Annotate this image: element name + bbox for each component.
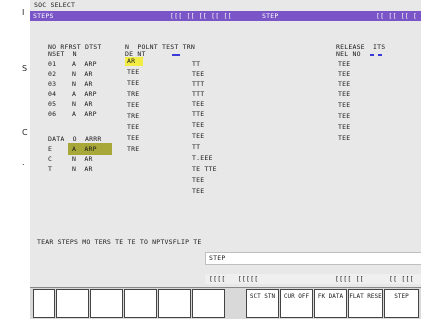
mid-col2-cell: TT bbox=[192, 143, 201, 151]
status-mode: STEP bbox=[262, 11, 279, 20]
status-right: [[ [[ [[ [ bbox=[376, 11, 418, 20]
softkey-flat-rese[interactable]: FLAT RESE bbox=[348, 289, 383, 318]
mid-col2-cell: TTT bbox=[192, 80, 205, 88]
message-line: TEAR STEPS MO TERS TE TE TO NPTVSFLIP TE bbox=[37, 238, 202, 246]
mid-col1-cell: TEE bbox=[127, 101, 140, 109]
group-row-val: N AR bbox=[72, 165, 93, 173]
cursor-marker bbox=[378, 54, 382, 56]
group-row-no: T bbox=[48, 165, 53, 173]
cursor-marker bbox=[172, 54, 180, 56]
group-row-no: E bbox=[48, 145, 53, 153]
left-row-val: N AR bbox=[72, 100, 93, 108]
mid-col2-cell: TEE bbox=[192, 132, 205, 140]
mid-col2-cell: TEE bbox=[192, 121, 205, 129]
right-cell: TEE bbox=[338, 70, 351, 78]
left-row-val: A ARP bbox=[72, 90, 97, 98]
softkey[interactable] bbox=[158, 289, 191, 318]
mid-col2-cell: TT bbox=[192, 60, 201, 68]
group-row-val: N AR bbox=[72, 155, 93, 163]
program-title: STEPS bbox=[33, 11, 54, 20]
window-title: SOC SELECT bbox=[34, 1, 76, 9]
left-row-val: N AR bbox=[72, 70, 93, 78]
right-cell: TEE bbox=[338, 112, 351, 120]
left-row-no: 03 bbox=[48, 80, 57, 88]
input-prompt: STEP bbox=[209, 254, 226, 262]
group-row-val: A ARP bbox=[72, 145, 97, 153]
nc-screen: SOC SELECT STEPS [[[ [[ [[ [[ [[ STEP [[… bbox=[30, 0, 421, 319]
tab-mid[interactable]: [[[[ [[ bbox=[335, 276, 364, 283]
softkey[interactable] bbox=[90, 289, 123, 318]
status-bar: STEPS [[[ [[ [[ [[ [[ STEP [[ [[ [[ [ bbox=[30, 11, 421, 21]
mid-col2-cell: TTT bbox=[192, 90, 205, 98]
status-center: [[[ [[ [[ [[ [[ bbox=[170, 11, 232, 20]
mid-col2-cell: TE TTE bbox=[192, 165, 217, 173]
mid-col1-cell: TRE bbox=[127, 145, 140, 153]
left-subheader: NSET N bbox=[48, 50, 77, 58]
softkey-return[interactable] bbox=[33, 289, 55, 318]
margin-mark: I bbox=[22, 8, 25, 17]
right-cell: TEE bbox=[338, 101, 351, 109]
left-row-val: A ARP bbox=[72, 110, 97, 118]
softkey-sct-stn[interactable]: SCT STN bbox=[246, 289, 279, 318]
right-subheader: NEL NO bbox=[336, 50, 361, 58]
right-cell: TEE bbox=[338, 134, 351, 142]
group-row-no: C bbox=[48, 155, 53, 163]
mid-col2-cell: T.EEE bbox=[192, 154, 213, 162]
softkey[interactable] bbox=[56, 289, 89, 318]
softkey[interactable] bbox=[124, 289, 157, 318]
softkey[interactable] bbox=[192, 289, 225, 318]
mid-col2-cell: TEE bbox=[192, 70, 205, 78]
status-tabs: [[[[ [[[[[ [[[[ [[ [[ [[[ bbox=[205, 274, 421, 284]
mid-col1-cell: AR bbox=[127, 57, 136, 65]
softkey-fk-data[interactable]: FK DATA bbox=[314, 289, 347, 318]
mid-col1-cell: TRE bbox=[127, 112, 140, 120]
group-header: DATA O ARRR bbox=[48, 135, 102, 143]
tab-left[interactable]: [[[[ [[[[[ bbox=[209, 276, 258, 283]
cursor-marker bbox=[370, 54, 374, 56]
key-input-field[interactable]: STEP bbox=[205, 252, 421, 265]
softkey-bar: SCT STN CUR OFF FK DATA FLAT RESE STEP bbox=[30, 287, 421, 319]
mid-col2-cell: TEE bbox=[192, 187, 205, 195]
left-row-no: 01 bbox=[48, 60, 57, 68]
mid-col2-cell: TEE bbox=[192, 176, 205, 184]
mid-col1-cell: TRE bbox=[127, 90, 140, 98]
softkey-cur-off[interactable]: CUR OFF bbox=[280, 289, 313, 318]
mid-col1-cell: TEE bbox=[127, 134, 140, 142]
margin-mark: C bbox=[22, 128, 28, 137]
margin-mark: S bbox=[22, 64, 28, 73]
softkey-step[interactable]: STEP bbox=[384, 289, 419, 318]
left-row-val: N AR bbox=[72, 80, 93, 88]
mid-col1-cell: TEE bbox=[127, 123, 140, 131]
right-cell: TEE bbox=[338, 80, 351, 88]
left-row-no: 04 bbox=[48, 90, 57, 98]
right-cell: TEE bbox=[338, 90, 351, 98]
mid-col2-cell: TEE bbox=[192, 100, 205, 108]
mid-col1-cell: TEE bbox=[127, 68, 140, 76]
tab-right[interactable]: [[ [[[ bbox=[389, 276, 414, 283]
left-row-no: 02 bbox=[48, 70, 57, 78]
mid-col2-cell: TTE bbox=[192, 110, 205, 118]
mid-col1-cell: TEE bbox=[127, 79, 140, 87]
left-row-no: 05 bbox=[48, 100, 57, 108]
margin-mark: . bbox=[22, 158, 25, 167]
right-cell: TEE bbox=[338, 60, 351, 68]
left-row-val: A ARP bbox=[72, 60, 97, 68]
left-row-no: 06 bbox=[48, 110, 57, 118]
right-cell: TEE bbox=[338, 123, 351, 131]
left-margin: I S C . bbox=[0, 0, 30, 318]
